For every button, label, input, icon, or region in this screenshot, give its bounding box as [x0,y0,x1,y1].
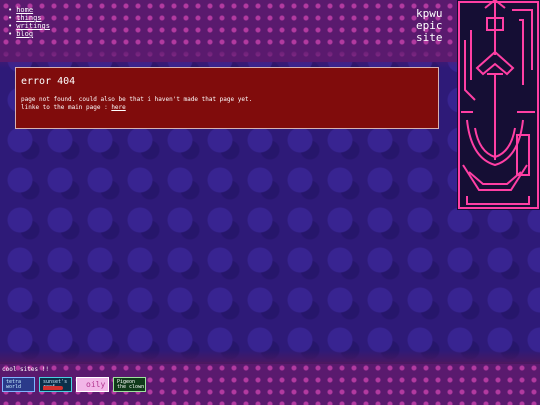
error-panel: error 404 page not found. could also be … [15,67,439,129]
cool-site-button-4[interactable]: Pigeon the clown [113,377,146,392]
nav-link-home[interactable]: home [16,6,33,14]
cool-site-button-4-text: Pigeon the clown [117,380,144,390]
nav-item-blog: blog [8,30,50,38]
nav-link-writings[interactable]: writings [16,22,50,30]
fish-icon [43,386,63,390]
cool-site-button-1[interactable]: tetra world [2,377,35,392]
cool-site-button-3-text: oily [86,380,106,389]
nav-menu: home things writings blog [8,6,50,38]
bottom-band-fade [0,350,540,364]
nav-item-writings: writings [8,22,50,30]
error-line-2: linke to the main page : here [21,104,252,112]
site-title-line-3: site [416,31,443,44]
nav-link-things[interactable]: things [16,14,41,22]
error-message: page not found. could also be that i hav… [21,96,252,112]
cool-site-button-1-line2: world [6,384,22,390]
nav-item-things: things [8,14,50,22]
error-link-prefix: linke to the main page : [21,104,112,111]
neon-anchor-icon [458,0,539,209]
side-art-panel [457,0,540,210]
cool-site-button-4-line2: the clown [117,384,145,390]
main-page-link[interactable]: here [111,104,125,111]
cool-site-button-1-text: tetra world [6,380,21,390]
nav-link-blog[interactable]: blog [16,30,33,38]
cool-sites-label: cool sites !! [2,366,49,373]
cool-site-button-2[interactable]: sunset'sreef [39,377,72,392]
site-title: kpwu epic site [416,8,456,44]
error-title: error 404 [21,76,76,87]
cool-site-button-3[interactable]: oily [76,377,109,392]
nav-item-home: home [8,6,50,14]
error-line-1: page not found. could also be that i hav… [21,96,253,103]
